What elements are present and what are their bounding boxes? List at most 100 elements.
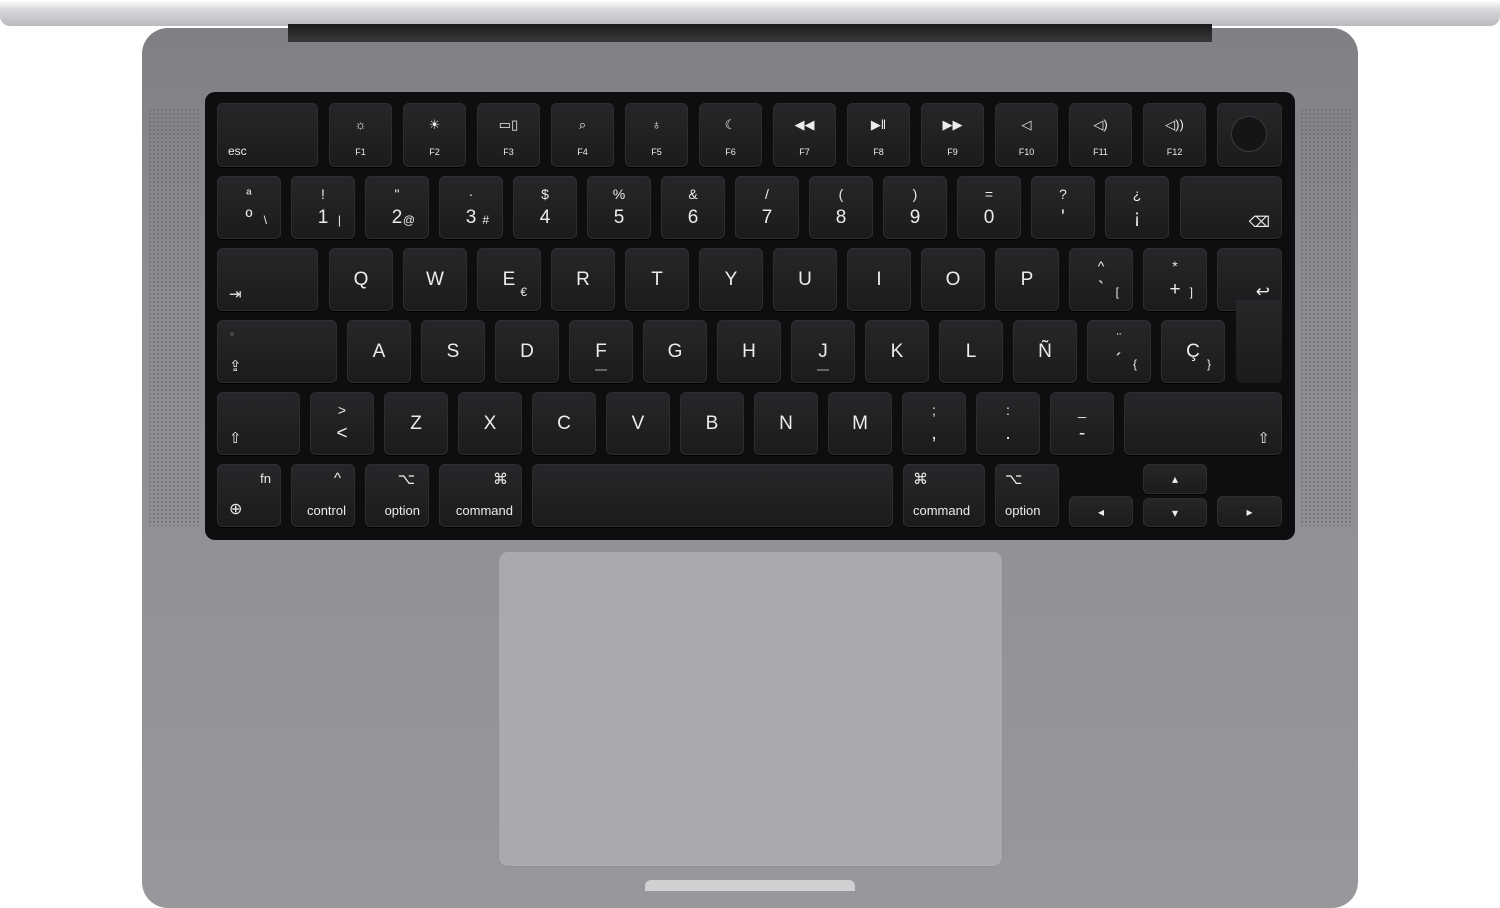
key-option-key[interactable]: ⌥ option xyxy=(995,464,1059,527)
key-command-key[interactable]: ⌘ command xyxy=(439,464,522,527)
left-speaker-grille xyxy=(148,108,200,526)
key-p-key[interactable]: P xyxy=(995,248,1059,311)
option-icon: ⌥ xyxy=(1005,471,1023,488)
key-legend: V xyxy=(631,412,645,434)
key-f12-key[interactable]: ◁)) F12 xyxy=(1143,103,1206,167)
key-command-key[interactable]: ⌘ command xyxy=(903,464,985,527)
key-symbol-key[interactable]: ª º \ xyxy=(217,176,281,239)
return-key-lower[interactable] xyxy=(1236,300,1282,383)
moon-icon: ☾ xyxy=(724,117,737,132)
key-s-key[interactable]: S xyxy=(421,320,485,383)
key-fn-key[interactable]: ⊕ fn xyxy=(217,464,281,527)
key-r-key[interactable]: R xyxy=(551,248,615,311)
key-a-key[interactable]: A xyxy=(347,320,411,383)
key-t-key[interactable]: T xyxy=(625,248,689,311)
key-8-key[interactable]: (8 xyxy=(809,176,873,239)
key-f4-key[interactable]: ⌕ F4 xyxy=(551,103,614,167)
key-symbol-key[interactable]: ^ ` [ xyxy=(1069,248,1133,311)
key-m-key[interactable]: M xyxy=(828,392,892,455)
key-7-key[interactable]: /7 xyxy=(735,176,799,239)
key-6-key[interactable]: & 6 xyxy=(661,176,725,239)
key-symbol-key[interactable]: _ - xyxy=(1050,392,1114,455)
key-f8-key[interactable]: ▶‖ F8 xyxy=(847,103,910,167)
key-f3-key[interactable]: ▭▯ F3 xyxy=(477,103,540,167)
key-y-key[interactable]: Y xyxy=(699,248,763,311)
key-b-key[interactable]: B xyxy=(680,392,744,455)
key-o-key[interactable]: O xyxy=(921,248,985,311)
key-i-key[interactable]: I xyxy=(847,248,911,311)
key-f2-key[interactable]: ☀ F2 xyxy=(403,103,466,167)
arrow-right-key[interactable]: ▸ xyxy=(1217,496,1282,527)
arrow-up-icon: ▴ xyxy=(1171,472,1179,486)
key-9-key[interactable]: ) 9 xyxy=(883,176,947,239)
key-1-key[interactable]: ! 1 | xyxy=(291,176,355,239)
key-symbol-key[interactable]: > < xyxy=(310,392,374,455)
key-q-key[interactable]: Q xyxy=(329,248,393,311)
key-symbol-key[interactable]: ¨ ´ { xyxy=(1087,320,1151,383)
key-f6-key[interactable]: ☾ F6 xyxy=(699,103,762,167)
key-symbol-key[interactable]: Ç} xyxy=(1161,320,1225,383)
key-legend: . xyxy=(1005,423,1011,444)
arrow-down-key[interactable]: ▾ xyxy=(1143,498,1207,527)
key-symbol-key[interactable]: :. xyxy=(976,392,1040,455)
key-v-key[interactable]: V xyxy=(606,392,670,455)
key-d-key[interactable]: D xyxy=(495,320,559,383)
key-option-key[interactable]: ⌥ option xyxy=(365,464,429,527)
arrow-left-key[interactable]: ◂ xyxy=(1069,496,1133,527)
microphone-icon: ♁ xyxy=(651,117,662,132)
key-legend: + xyxy=(1169,279,1181,300)
shift-key[interactable]: ⇧ xyxy=(1124,392,1282,455)
arrow-up-key[interactable]: ▴ xyxy=(1143,464,1207,494)
key-legend: 9 xyxy=(909,207,921,228)
trackpad[interactable] xyxy=(498,551,1003,867)
key-f1-key[interactable]: ☼ F1 xyxy=(329,103,392,167)
key-e-key[interactable]: E € xyxy=(477,248,541,311)
key-w-key[interactable]: W xyxy=(403,248,467,311)
key-legend: J xyxy=(818,340,828,362)
key-f11-key[interactable]: ◁) F11 xyxy=(1069,103,1132,167)
key-f9-key[interactable]: ▶▶ F9 xyxy=(921,103,984,167)
key-f-key[interactable]: F xyxy=(569,320,633,383)
key-space-key[interactable] xyxy=(532,464,893,527)
shift-legend: & xyxy=(688,186,698,202)
key-k-key[interactable]: K xyxy=(865,320,929,383)
key-symbol-key[interactable]: * +] xyxy=(1143,248,1207,311)
key-legend: , xyxy=(931,423,937,444)
key-h-key[interactable]: H xyxy=(717,320,781,383)
key-f5-key[interactable]: ♁ F5 xyxy=(625,103,688,167)
touch-id-key[interactable] xyxy=(1217,103,1282,167)
key-symbol-key[interactable]: ? ' xyxy=(1031,176,1095,239)
key-esc-key[interactable]: esc xyxy=(217,103,318,167)
delete-key[interactable]: ⌫ xyxy=(1180,176,1282,239)
key-g-key[interactable]: G xyxy=(643,320,707,383)
key-n-key[interactable]: N xyxy=(754,392,818,455)
key-l-key[interactable]: L xyxy=(939,320,1003,383)
key-legend: º xyxy=(245,207,253,228)
key-symbol-key[interactable]: ¿ ¡ xyxy=(1105,176,1169,239)
key-f10-key[interactable]: ◁ F10 xyxy=(995,103,1058,167)
key-legend: 4 xyxy=(539,207,551,228)
key-5-key[interactable]: % 5 xyxy=(587,176,651,239)
key-u-key[interactable]: U xyxy=(773,248,837,311)
key-legend: Ç xyxy=(1186,340,1200,362)
home-row-bump xyxy=(817,369,829,371)
shift-key[interactable]: ⇧ xyxy=(217,392,300,455)
key-f7-key[interactable]: ◀◀ F7 xyxy=(773,103,836,167)
key-4-key[interactable]: $4 xyxy=(513,176,577,239)
brightness-up-icon: ☀ xyxy=(428,117,441,132)
caps-lock-key[interactable]: ⇪ xyxy=(217,320,337,383)
key-c-key[interactable]: C xyxy=(532,392,596,455)
mute-icon: ◁ xyxy=(1021,117,1032,132)
key-j-key[interactable]: J xyxy=(791,320,855,383)
key-0-key[interactable]: = 0 xyxy=(957,176,1021,239)
key-x-key[interactable]: X xyxy=(458,392,522,455)
key-symbol-key[interactable]: Ñ xyxy=(1013,320,1077,383)
alt-legend: @ xyxy=(402,213,415,227)
key-3-key[interactable]: · 3 # xyxy=(439,176,503,239)
key-z-key[interactable]: Z xyxy=(384,392,448,455)
key-2-key[interactable]: " 2 @ xyxy=(365,176,429,239)
shift-legend: = xyxy=(984,186,994,202)
tab-key[interactable]: ⇥ xyxy=(217,248,318,311)
key-control-key[interactable]: ^ control xyxy=(291,464,355,527)
key-symbol-key[interactable]: ;, xyxy=(902,392,966,455)
